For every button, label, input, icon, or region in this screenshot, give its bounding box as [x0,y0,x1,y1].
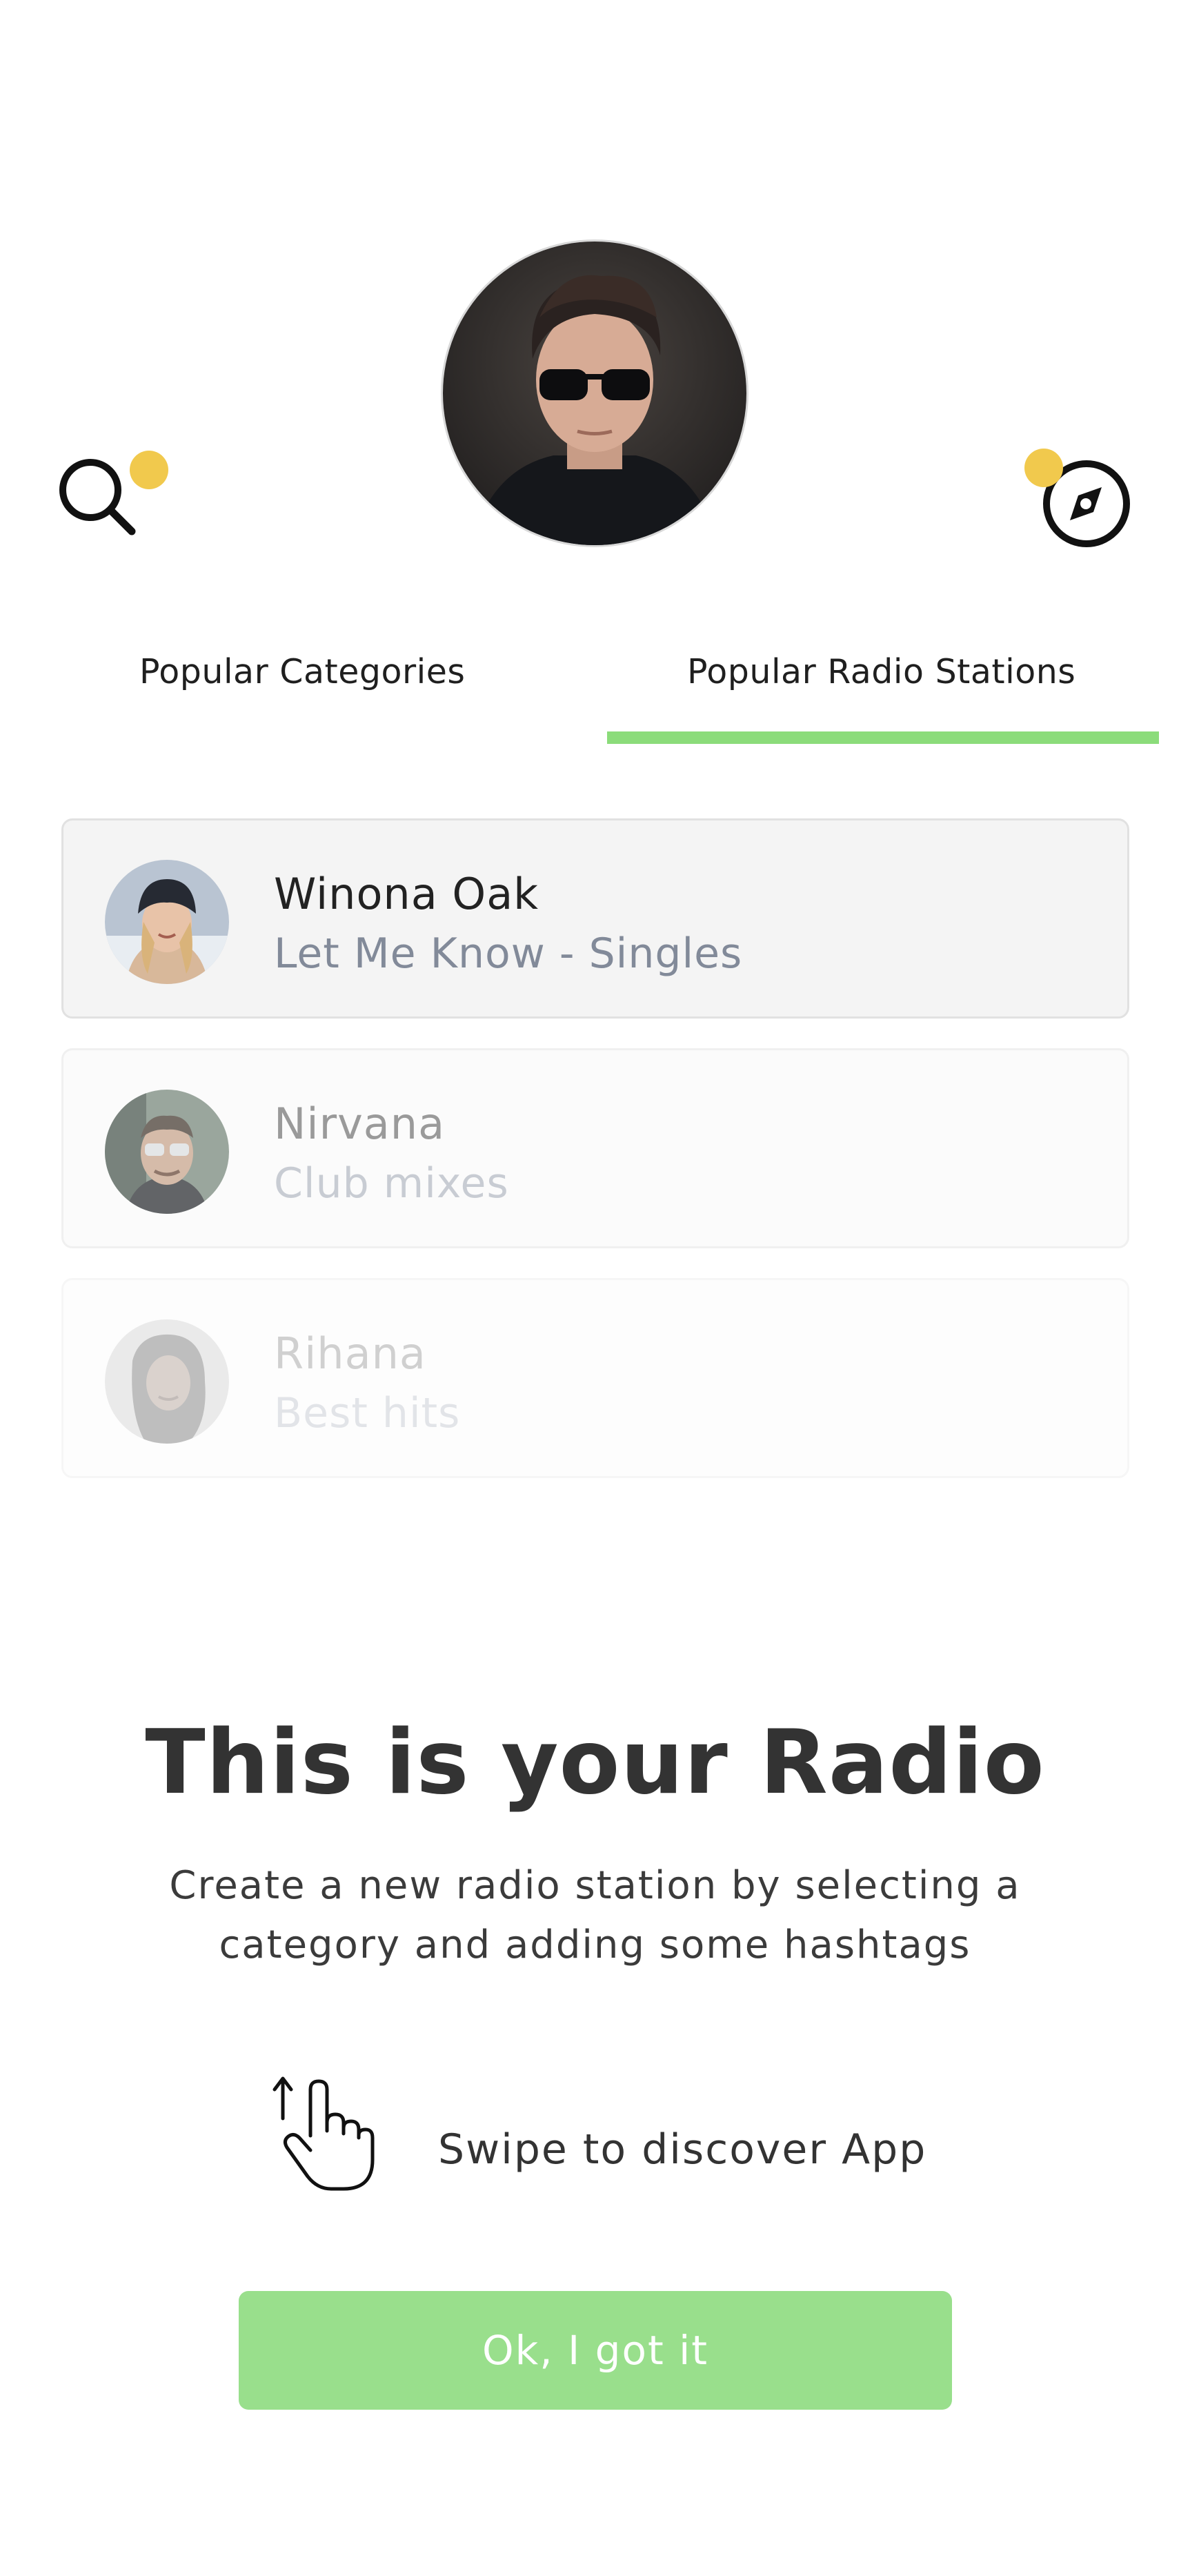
station-avatar [105,860,229,984]
notification-dot [1024,449,1063,487]
search-icon [59,459,136,535]
station-title: Winona Oak [274,869,539,919]
tab-popular-radio-stations[interactable]: Popular Radio Stations [687,652,1075,691]
station-avatar [105,1090,229,1214]
radio-onboarding-screen: Popular Categories Popular Radio Station… [0,0,1190,2576]
onboarding-headline: This is your Radio [145,1711,1045,1814]
search-button[interactable] [52,451,168,542]
station-avatar [105,1319,229,1444]
swipe-hint: Swipe to discover App [269,2070,959,2201]
station-list-item[interactable]: Winona Oak Let Me Know - Singles [61,818,1129,1019]
profile-avatar[interactable] [443,242,746,545]
ok-got-it-button[interactable]: Ok, I got it [239,2291,952,2410]
station-subtitle: Club mixes [274,1159,509,1208]
station-list-item[interactable]: Nirvana Club mixes [61,1048,1129,1248]
station-list-item[interactable]: Rihana Best hits [61,1278,1129,1478]
notification-dot [130,451,168,489]
station-title: Nirvana [274,1099,446,1149]
tab-popular-categories[interactable]: Popular Categories [139,652,465,691]
active-tab-indicator [607,731,1159,744]
station-title: Rihana [274,1328,426,1379]
discover-button[interactable] [1024,449,1135,552]
onboarding-description: Create a new radio station by selecting … [169,1863,1021,1967]
swipe-label: Swipe to discover App [438,2125,927,2174]
swipe-hand-icon [272,2076,375,2191]
station-subtitle: Let Me Know - Singles [274,930,743,978]
station-subtitle: Best hits [274,1389,461,1437]
